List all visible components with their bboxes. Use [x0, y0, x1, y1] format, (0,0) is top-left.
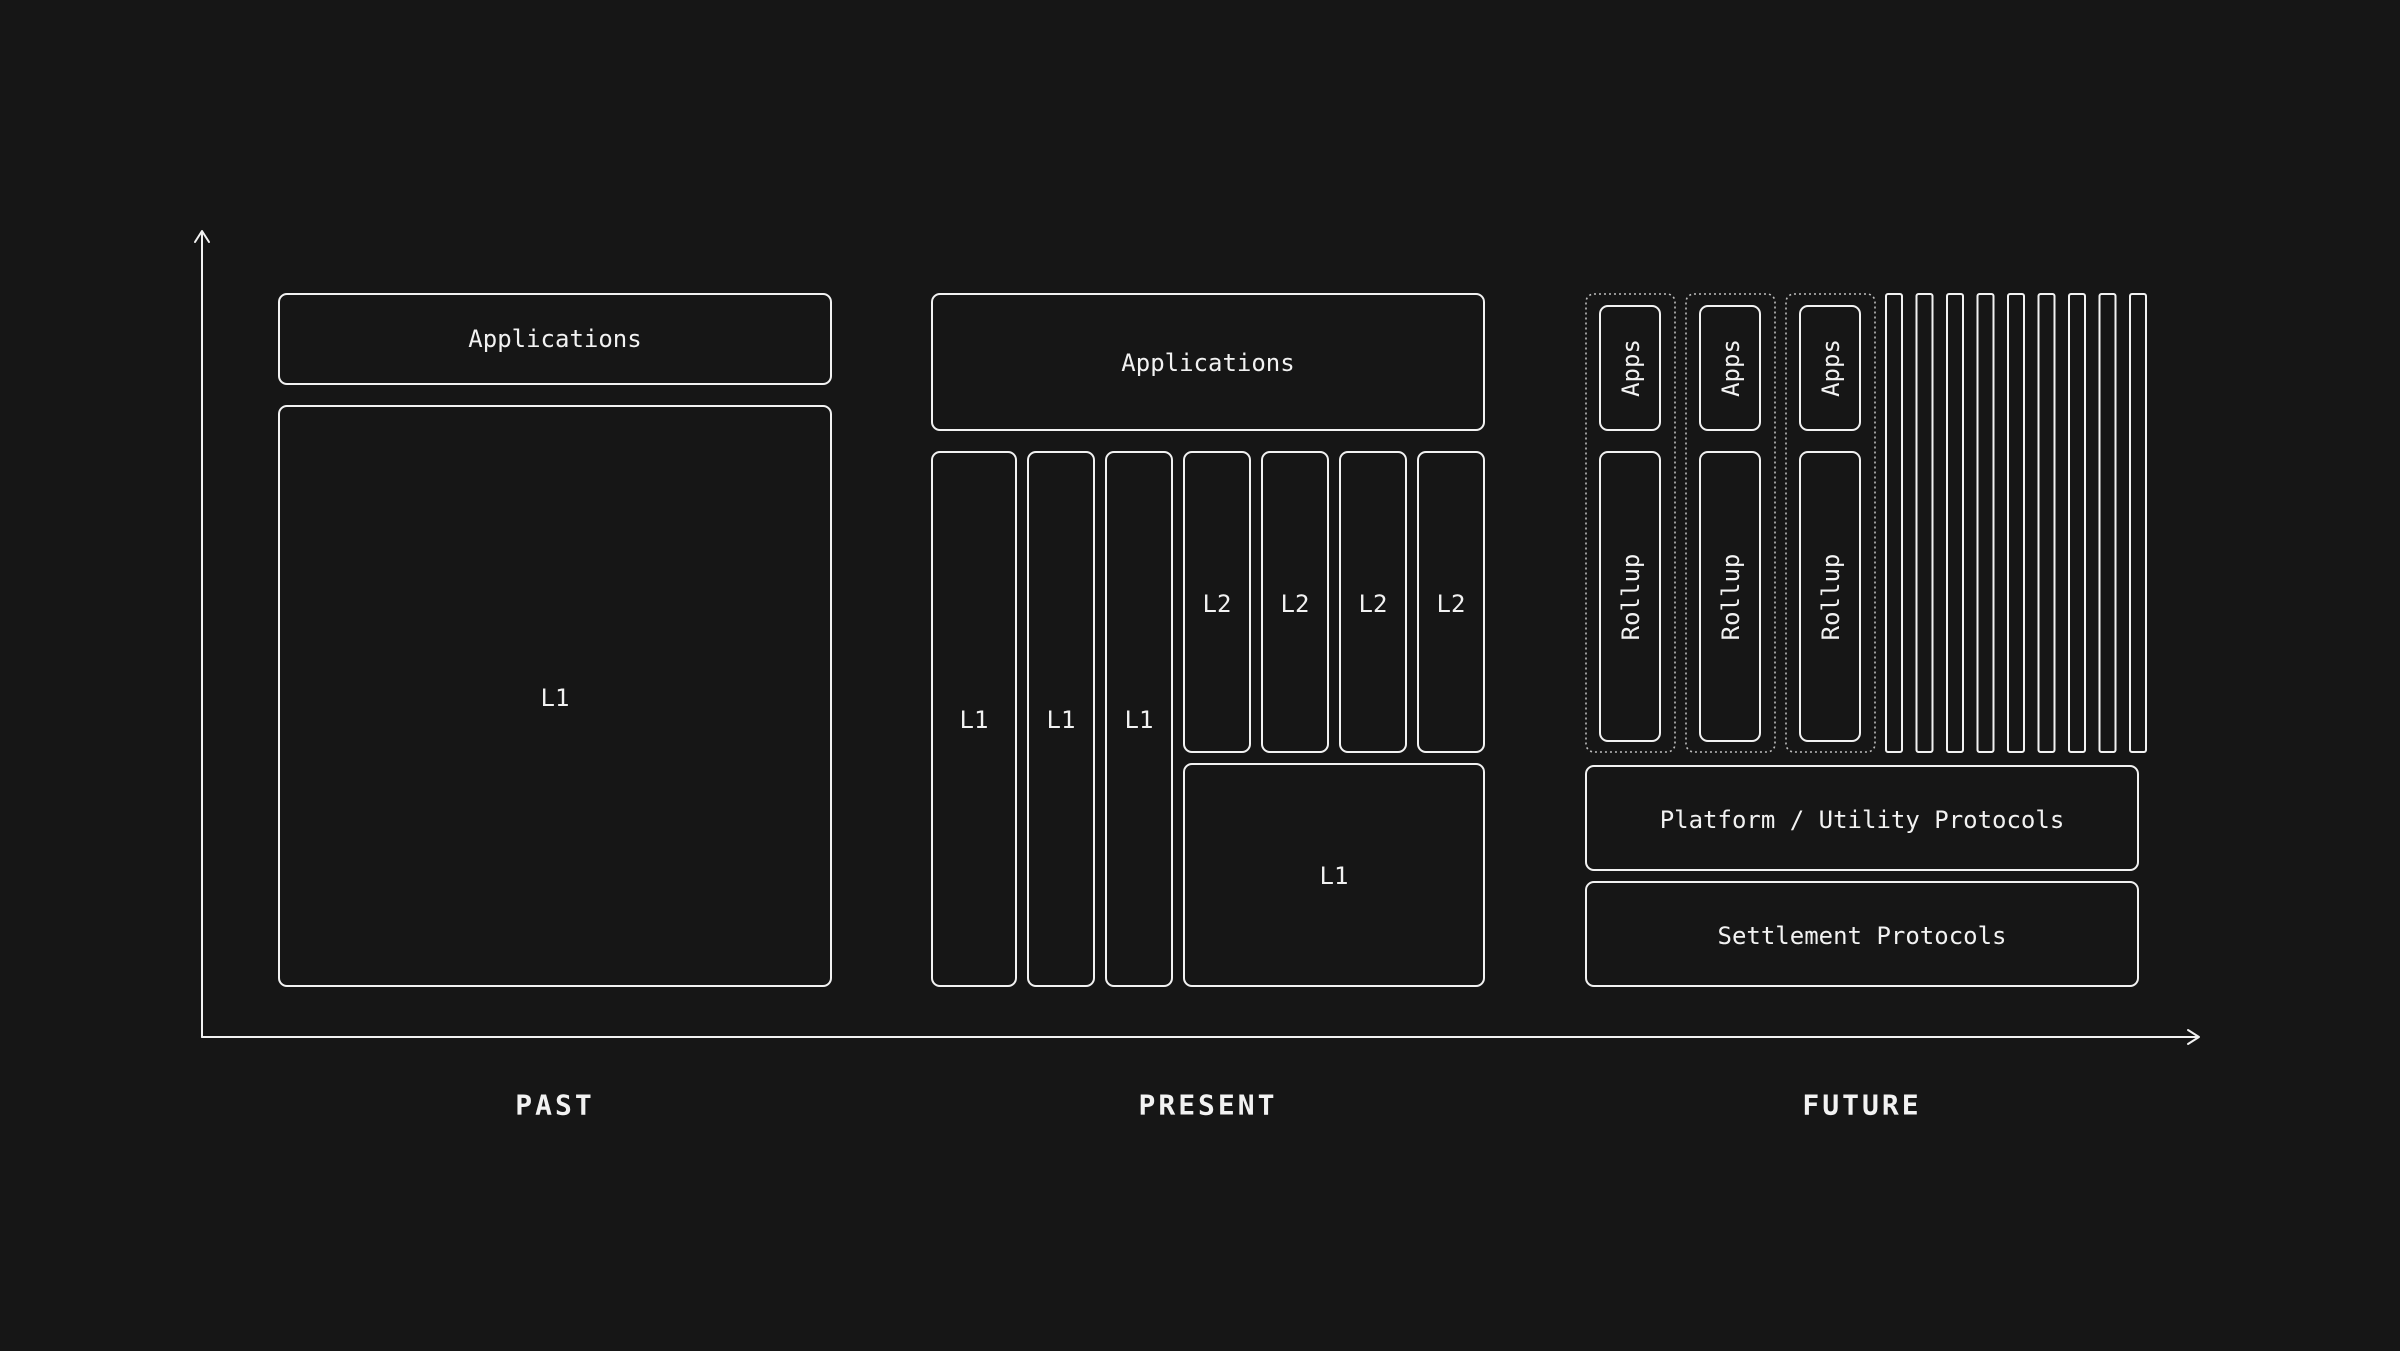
- present-l1-column-label: L1: [1047, 706, 1076, 734]
- present-l2-column-label: L2: [1359, 590, 1388, 618]
- apps-label: Apps: [1617, 339, 1645, 397]
- thin-rollup-bar: [1946, 293, 1964, 753]
- present-l1-column-label: L1: [960, 706, 989, 734]
- past-l1-label: L1: [541, 684, 570, 712]
- rollup-label: Rollup: [1717, 554, 1745, 641]
- thin-rollup-bar: [1976, 293, 1995, 753]
- thin-rollup-bar: [2068, 293, 2086, 753]
- additional-rollups: [1885, 293, 2147, 753]
- rollup-label: Rollup: [1817, 554, 1845, 641]
- era-label-present: PRESENT: [1138, 1089, 1277, 1122]
- era-label-past: PAST: [515, 1089, 594, 1122]
- thin-rollup-bar: [2037, 293, 2056, 753]
- past-applications-label: Applications: [468, 325, 641, 353]
- thin-rollup-bar: [2007, 293, 2025, 753]
- future-section: Apps Rollup Apps Rollup Apps Rollup Plat…: [1585, 293, 2147, 987]
- thin-rollup-bar: [2098, 293, 2117, 753]
- thin-rollup-bar: [1915, 293, 1934, 753]
- present-l1-column-label: L1: [1125, 706, 1154, 734]
- thin-rollup-bar: [1885, 293, 1903, 753]
- apps-label: Apps: [1717, 339, 1745, 397]
- blockchain-evolution-diagram: Applications L1 Applications L1 L1 L1 L2…: [194, 230, 2200, 1122]
- settlement-protocols-label: Settlement Protocols: [1718, 922, 2007, 950]
- past-section: Applications L1: [278, 293, 832, 987]
- present-applications-label: Applications: [1121, 349, 1294, 377]
- present-l2-column-label: L2: [1437, 590, 1466, 618]
- thin-rollup-bar: [2129, 293, 2147, 753]
- present-l2-column-label: L2: [1281, 590, 1310, 618]
- present-section: Applications L1 L1 L1 L2 L2 L2 L2 L1: [931, 293, 1485, 987]
- present-shared-l1-label: L1: [1320, 862, 1349, 890]
- era-label-future: FUTURE: [1802, 1089, 1921, 1122]
- rollup-label: Rollup: [1617, 554, 1645, 641]
- apps-label: Apps: [1817, 339, 1845, 397]
- present-l2-column-label: L2: [1203, 590, 1232, 618]
- platform-protocols-label: Platform / Utility Protocols: [1660, 806, 2065, 834]
